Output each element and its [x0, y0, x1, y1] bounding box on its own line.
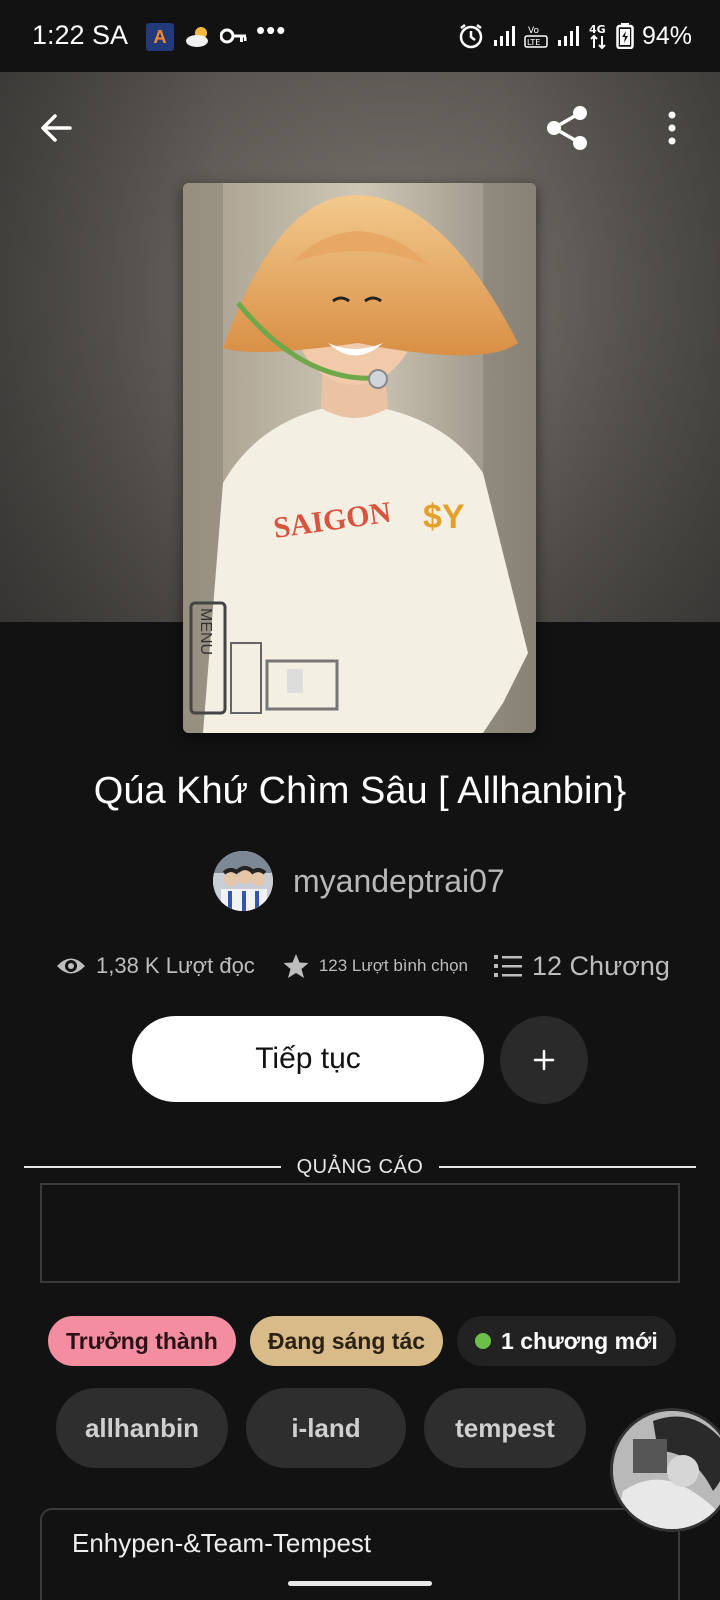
new-chapter-badge: 1 chương mới	[457, 1316, 676, 1366]
author-avatar[interactable]	[213, 851, 273, 911]
battery-icon	[616, 23, 634, 49]
ad-divider-line-left	[24, 1166, 281, 1168]
app-notification-icon: A	[146, 23, 174, 51]
ad-slot[interactable]	[40, 1183, 680, 1283]
parts-count: 12 Chương	[532, 950, 670, 981]
more-vertical-icon	[668, 111, 676, 145]
star-icon	[283, 954, 309, 978]
tag-chip[interactable]: i-land	[246, 1388, 406, 1468]
ad-divider: QUẢNG CÁO	[24, 1152, 696, 1182]
svg-text:Vo: Vo	[528, 26, 539, 36]
chat-head-avatar-image	[613, 1411, 720, 1529]
more-notifications-icon: •••	[256, 15, 287, 45]
signal-icon-2	[557, 26, 579, 46]
author-link[interactable]: myandeptrai07	[213, 851, 505, 911]
more-options-button[interactable]	[644, 100, 700, 156]
tag-chip[interactable]: allhanbin	[56, 1388, 228, 1468]
alarm-icon	[459, 24, 483, 49]
plus-icon	[533, 1049, 555, 1071]
list-icon	[494, 955, 523, 977]
home-indicator[interactable]	[288, 1581, 432, 1586]
mature-badge: Trưởng thành	[48, 1316, 236, 1366]
arrow-left-icon	[41, 114, 72, 142]
ad-divider-line-right	[439, 1166, 696, 1168]
svg-text:4G: 4G	[589, 23, 606, 36]
description-text: Enhypen-&Team-Tempest	[72, 1528, 372, 1558]
back-button[interactable]	[28, 100, 84, 156]
new-indicator-dot	[475, 1333, 492, 1349]
status-bar: 1:22 SA A ••• Vo LTE 4G 94%	[0, 0, 720, 72]
volte-icon: Vo LTE	[524, 26, 548, 48]
status-time: 1:22 SA	[32, 20, 129, 50]
signal-icon	[493, 26, 515, 46]
mobile-data-icon: 4G	[589, 23, 606, 50]
avatar-image	[213, 851, 273, 911]
vpn-key-icon	[220, 28, 247, 44]
cover-illustration: SAIGON $Y MENU	[183, 183, 536, 733]
share-icon	[547, 106, 587, 150]
share-button[interactable]	[540, 100, 596, 156]
eye-icon	[57, 958, 85, 974]
tag-chip[interactable]: tempest	[424, 1388, 586, 1468]
reads-stat: 1,38 K Lượt đọc	[56, 953, 255, 979]
add-to-library-button[interactable]	[500, 1016, 588, 1104]
weather-icon	[186, 27, 208, 47]
votes-stat: 123 Lượt bình chọn	[283, 953, 468, 979]
battery-percent: 94%	[641, 21, 692, 50]
svg-text:$Y: $Y	[423, 498, 465, 536]
new-chapter-label: 1 chương mới	[501, 1327, 658, 1354]
status-right-group: Vo LTE 4G 94%	[458, 18, 692, 54]
svg-text:LTE: LTE	[527, 38, 540, 47]
story-cover-image[interactable]: SAIGON $Y MENU	[183, 183, 536, 733]
reads-count: 1,38 K Lượt đọc	[96, 953, 255, 978]
votes-count: 123 Lượt bình chọn	[318, 956, 469, 975]
ongoing-badge: Đang sáng tác	[249, 1316, 444, 1366]
author-name[interactable]: myandeptrai07	[293, 863, 505, 900]
continue-reading-button[interactable]: Tiếp tục	[132, 1016, 484, 1102]
story-title: Qúa Khứ Chìm Sâu [ Allhanbin}	[93, 770, 627, 812]
parts-stat: 12 Chương	[494, 951, 670, 982]
tag-list: allhanbin i-land tempest	[56, 1388, 586, 1468]
ad-label: QUẢNG CÁO	[296, 1155, 424, 1178]
story-stats: 1,38 K Lượt đọc 123 Lượt bình chọn 12 Ch…	[56, 946, 676, 986]
status-badges: Trưởng thành Đang sáng tác 1 chương mới	[48, 1316, 676, 1366]
svg-text:MENU: MENU	[197, 608, 214, 655]
